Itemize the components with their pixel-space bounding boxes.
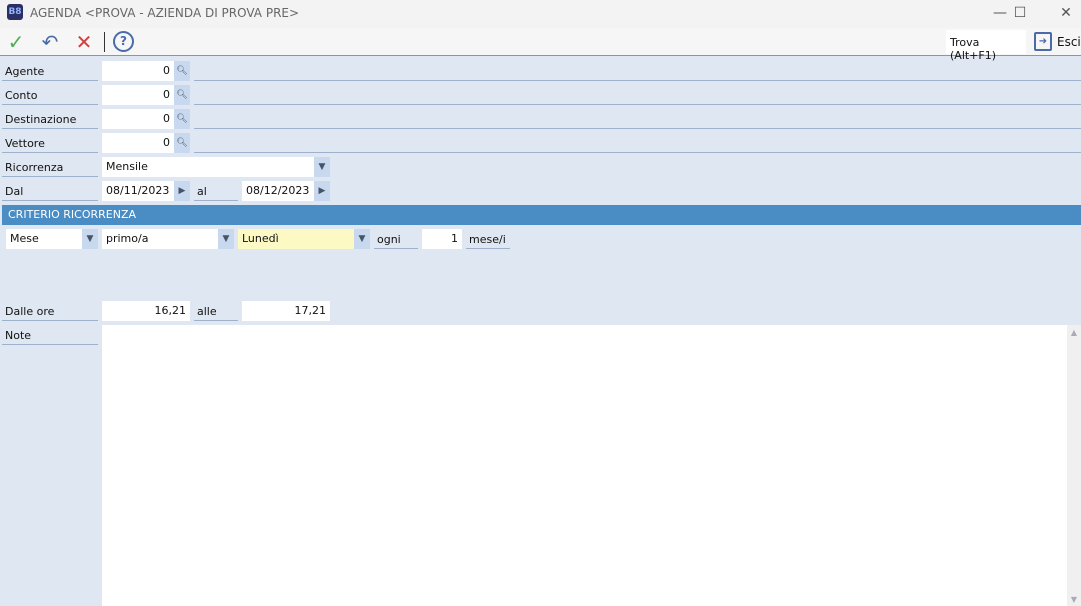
- ogni-label: ogni: [374, 229, 418, 249]
- destinazione-description-line: [194, 128, 1081, 129]
- toolbar-divider: [104, 32, 105, 52]
- dal-arrow-right-icon[interactable]: ▶: [174, 181, 190, 201]
- agente-label: Agente: [2, 61, 98, 81]
- destinazione-input[interactable]: 0: [102, 109, 174, 129]
- note-scrollbar[interactable]: ▲ ▼: [1067, 325, 1081, 606]
- close-button[interactable]: ✕: [1046, 2, 1081, 24]
- dalle-ore-input[interactable]: 16,21: [102, 301, 190, 321]
- vettore-label: Vettore: [2, 133, 98, 153]
- note-label: Note: [2, 325, 98, 345]
- criterio-section-header: CRITERIO RICORRENZA: [2, 205, 1081, 225]
- conto-input[interactable]: 0: [102, 85, 174, 105]
- unit-select[interactable]: Mese: [6, 229, 82, 249]
- al-date-input[interactable]: 08/12/2023: [242, 181, 314, 201]
- exit-icon[interactable]: ➜: [1034, 32, 1052, 51]
- vettore-description-line: [194, 152, 1081, 153]
- period-label: mese/i: [466, 229, 510, 249]
- find-button[interactable]: Trova (Alt+F1): [946, 30, 1026, 62]
- exit-button[interactable]: Esci: [1057, 35, 1081, 49]
- help-icon[interactable]: ?: [113, 31, 134, 52]
- scroll-up-icon[interactable]: ▲: [1067, 328, 1081, 337]
- maximize-button[interactable]: ☐: [1000, 2, 1040, 24]
- ricorrenza-label: Ricorrenza: [2, 157, 98, 177]
- dal-date-input[interactable]: 08/11/2023: [102, 181, 174, 201]
- agente-search-icon[interactable]: 🔍︎: [174, 61, 190, 81]
- window-title: AGENDA <PROVA - AZIENDA DI PROVA PRE>: [30, 6, 300, 20]
- app-logo-icon: B8: [7, 4, 23, 20]
- ordinal-chevron-down-icon[interactable]: ▼: [218, 229, 234, 249]
- dal-label: Dal: [2, 181, 98, 201]
- alle-label: alle: [194, 301, 238, 321]
- day-chevron-down-icon[interactable]: ▼: [354, 229, 370, 249]
- conto-label: Conto: [2, 85, 98, 105]
- agente-input[interactable]: 0: [102, 61, 174, 81]
- scroll-down-icon[interactable]: ▼: [1067, 595, 1081, 604]
- unit-chevron-down-icon[interactable]: ▼: [82, 229, 98, 249]
- undo-icon[interactable]: ↶: [37, 30, 63, 54]
- cancel-icon[interactable]: ✕: [71, 30, 97, 54]
- vettore-search-icon[interactable]: 🔍︎: [174, 133, 190, 153]
- alle-input[interactable]: 17,21: [242, 301, 330, 321]
- dalle-ore-label: Dalle ore: [2, 301, 98, 321]
- title-bar: B8 AGENDA <PROVA - AZIENDA DI PROVA PRE>…: [0, 0, 1081, 28]
- destinazione-label: Destinazione: [2, 109, 98, 129]
- toolbar: ✓ ↶ ✕ ? Trova (Alt+F1) ➜ Esci: [0, 28, 1081, 62]
- day-select[interactable]: Lunedì: [238, 229, 354, 249]
- note-textarea[interactable]: [102, 325, 1067, 606]
- vettore-input[interactable]: 0: [102, 133, 174, 153]
- ordinal-select[interactable]: primo/a: [102, 229, 218, 249]
- ricorrenza-chevron-down-icon[interactable]: ▼: [314, 157, 330, 177]
- confirm-check-icon[interactable]: ✓: [3, 30, 29, 54]
- al-arrow-right-icon[interactable]: ▶: [314, 181, 330, 201]
- conto-description-line: [194, 104, 1081, 105]
- destinazione-search-icon[interactable]: 🔍︎: [174, 109, 190, 129]
- al-label: al: [194, 181, 238, 201]
- agente-description-line: [194, 80, 1081, 81]
- ricorrenza-select[interactable]: Mensile: [102, 157, 314, 177]
- ogni-input[interactable]: 1: [422, 229, 462, 249]
- conto-search-icon[interactable]: 🔍︎: [174, 85, 190, 105]
